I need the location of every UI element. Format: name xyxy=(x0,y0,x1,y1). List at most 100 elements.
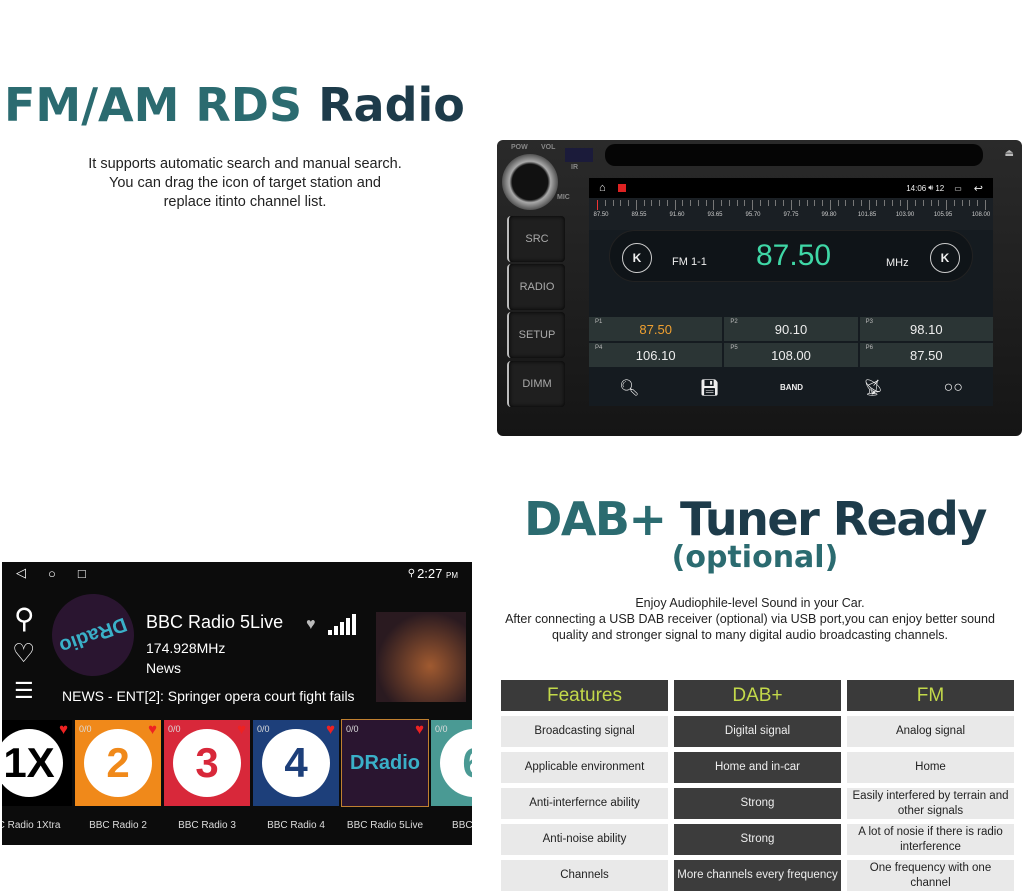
scale-label: 91.60 xyxy=(669,212,685,218)
scale-tick xyxy=(969,200,971,206)
preset-p4[interactable]: P4 106.10 xyxy=(589,343,723,367)
preset-p2[interactable]: P2 90.10 xyxy=(724,317,858,341)
scale-tick xyxy=(635,200,637,210)
antenna-icon[interactable]: 📡︎ xyxy=(863,378,883,398)
channel-tile[interactable]: ♥ 1X xyxy=(2,720,72,806)
channel-count: 0/0 xyxy=(168,724,181,734)
scale-tick xyxy=(697,200,699,206)
table-cell: Channels xyxy=(501,860,668,891)
fm-description: It supports automatic search and manual … xyxy=(40,155,450,212)
channel-tile[interactable]: 0/0 ♥ DRadio xyxy=(341,719,429,807)
channel-tile[interactable]: 0/0 ♥ 2 xyxy=(75,720,161,806)
recent-apps-icon[interactable]: ▭ xyxy=(954,184,962,193)
channel-name[interactable]: BBC Radio 3 xyxy=(164,820,250,831)
preset-frequency: 98.10 xyxy=(910,322,943,337)
scale-tick xyxy=(721,200,723,206)
channel-logo: DRadio xyxy=(350,729,420,797)
ampm: PM xyxy=(446,570,458,580)
heart-icon[interactable]: ♥ xyxy=(148,721,157,738)
channel-tile[interactable]: 0/0 ♥ 3 xyxy=(164,720,250,806)
preset-p3[interactable]: P3 98.10 xyxy=(859,317,993,341)
band-icon[interactable]: BAND xyxy=(780,383,803,392)
channel-name[interactable]: BBC Radio 4 xyxy=(253,820,339,831)
back-icon[interactable]: ↩ xyxy=(974,182,983,195)
favorite-icon[interactable]: ♡ xyxy=(12,638,35,669)
home-icon[interactable]: ⌂ xyxy=(599,182,606,194)
back-icon[interactable]: ◁ xyxy=(16,565,26,581)
preset-number: P2 xyxy=(730,319,738,325)
heart-icon[interactable]: ♥ xyxy=(237,721,246,738)
scale-tick xyxy=(666,200,668,206)
scale-tick xyxy=(985,200,986,210)
scale-tick xyxy=(868,200,870,210)
scale-tick xyxy=(837,200,839,206)
recents-icon[interactable]: □ xyxy=(78,566,86,581)
channel-name[interactable]: BBC Radio 2 xyxy=(75,820,161,831)
scale-tick xyxy=(682,200,684,206)
scale-tick xyxy=(728,200,730,206)
search-icon[interactable]: ⚲ xyxy=(14,602,35,635)
scale-tick xyxy=(915,200,917,206)
table-cell: Anti-interfernce ability xyxy=(501,788,668,819)
scale-tick xyxy=(620,200,622,206)
preset-frequency: 106.10 xyxy=(635,348,676,363)
channel-count: 0/0 xyxy=(346,724,359,734)
scale-tick xyxy=(736,200,738,206)
scale-tick xyxy=(953,200,955,206)
scale-tick xyxy=(891,200,893,206)
preset-p1[interactable]: P1 87.50 xyxy=(589,317,723,341)
table-cell: Analog signal xyxy=(847,716,1014,747)
app-icon xyxy=(617,184,626,192)
heart-icon[interactable]: ♥ xyxy=(59,721,68,738)
scale-tick xyxy=(612,200,614,206)
unit-label: MHz xyxy=(886,257,909,269)
channel-tile[interactable]: 0/0♥6 xyxy=(431,720,472,806)
channel-name[interactable]: BBC Radio 5Live xyxy=(342,820,428,831)
table-cell: Digital signal xyxy=(674,716,841,747)
favorite-toggle-icon[interactable]: ♥ xyxy=(306,616,316,634)
volume-knob[interactable] xyxy=(502,154,558,210)
seek-prev-button[interactable]: K xyxy=(622,243,652,273)
scale-tick xyxy=(930,200,932,206)
radio-button[interactable]: RADIO xyxy=(507,264,565,310)
seek-next-button[interactable]: K xyxy=(930,243,960,273)
search-scan-icon[interactable]: 🔍︎ xyxy=(619,378,639,398)
save-icon[interactable]: 💾︎ xyxy=(700,378,720,398)
heart-icon[interactable]: ♥ xyxy=(415,721,424,738)
preset-p5[interactable]: P5 108.00 xyxy=(724,343,858,367)
title-main: FM/AM RDS xyxy=(4,78,303,132)
scale-tick xyxy=(759,200,761,206)
channel-count: 0/0 xyxy=(435,724,448,734)
table-cell: Easily interfered by terrain and other s… xyxy=(847,788,1014,819)
table-cell: Anti-noise ability xyxy=(501,824,668,855)
src-button[interactable]: SRC xyxy=(507,216,565,262)
head-unit: POW VOL IR MIC ⏏ SRC RADIO SETUP DIMM ⌂ … xyxy=(497,140,1022,436)
station-name: BBC Radio 5Live xyxy=(146,612,284,632)
dimm-button[interactable]: DIMM xyxy=(507,361,565,407)
scale-tick xyxy=(884,200,886,206)
preset-p6[interactable]: P6 87.50 xyxy=(859,343,993,367)
subtitle: (optional) xyxy=(671,540,839,575)
nav-bar: ◁ ○ □ ⚲ 2:27 PM xyxy=(2,562,472,584)
heart-icon[interactable]: ♥ xyxy=(326,721,335,738)
preset-number: P6 xyxy=(865,345,873,351)
frequency-scale[interactable]: 87.50 89.55 91.60 93.65 95.70 97.75 99.80 101.8… xyxy=(589,198,993,230)
scale-tick xyxy=(822,200,824,206)
channel-tile[interactable]: 0/0 ♥ 4 xyxy=(253,720,339,806)
scale-tick xyxy=(713,200,715,210)
table-cell: Home and in-car xyxy=(674,752,841,783)
scale-tick xyxy=(946,200,948,210)
home-icon[interactable]: ○ xyxy=(48,566,56,581)
scale-tick xyxy=(814,200,816,206)
eject-icon[interactable]: ⏏ xyxy=(1005,148,1014,159)
stereo-icon[interactable]: ○○ xyxy=(944,379,963,397)
channel-name[interactable]: C Radio 1Xtra xyxy=(2,820,72,831)
desc-line: Enjoy Audiophile-level Sound in your Car… xyxy=(635,596,865,610)
status-bar: ⌂ 14:06 🔊︎ 12 ▭ ↩ xyxy=(589,178,993,198)
list-icon[interactable]: ☰ xyxy=(14,678,34,704)
channel-name[interactable]: BBC Radi xyxy=(431,820,472,831)
channel-count: 0/0 xyxy=(257,724,270,734)
setup-button[interactable]: SETUP xyxy=(507,312,565,358)
column-header: Features xyxy=(501,680,668,711)
logo-text: DRadio xyxy=(350,751,420,774)
